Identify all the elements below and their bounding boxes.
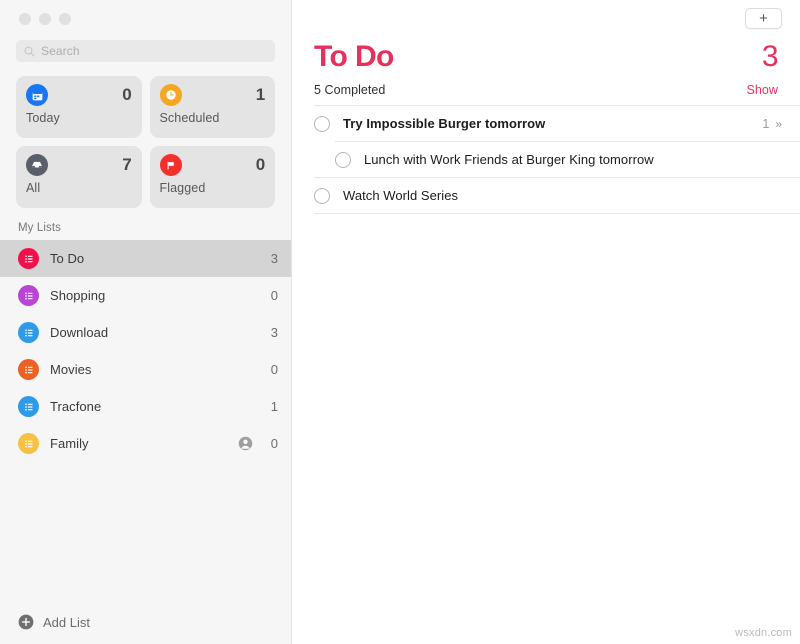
zoom-button[interactable]: [59, 13, 71, 25]
sidebar-item-movies[interactable]: Movies 0: [0, 351, 291, 388]
task-list-bottom-divider: [314, 213, 800, 214]
search-placeholder: Search: [41, 44, 80, 58]
task-row[interactable]: Try Impossible Burger tomorrow 1 »: [314, 105, 800, 141]
add-list-label: Add List: [43, 614, 90, 630]
window-traffic-lights: [0, 0, 291, 34]
flag-icon: [159, 154, 182, 176]
sidebar-item-count: 0: [270, 288, 278, 303]
sidebar: Search 0 Today 1 Scheduled 7 All 0 Flagg…: [0, 0, 292, 644]
search-icon: [24, 46, 35, 57]
smart-list-label: Scheduled: [159, 111, 220, 125]
list-total-count: 3: [761, 40, 779, 73]
completed-row: 5 Completed Show: [292, 74, 800, 105]
smart-list-today[interactable]: 0 Today: [16, 76, 142, 138]
add-reminder-button[interactable]: +: [745, 7, 782, 29]
task-title: Lunch with Work Friends at Burger King t…: [364, 152, 654, 167]
task-list: Try Impossible Burger tomorrow 1 » Lunch…: [292, 105, 800, 214]
expand-chevron-icon[interactable]: »: [775, 117, 782, 131]
smart-list-count: 1: [255, 85, 265, 104]
list-bullet-icon: [18, 248, 39, 269]
task-title: Try Impossible Burger tomorrow: [343, 116, 546, 131]
task-checkbox[interactable]: [314, 187, 330, 204]
search-input[interactable]: Search: [16, 40, 275, 62]
smart-list-count: 7: [122, 155, 132, 174]
clock-icon: [159, 84, 182, 106]
show-completed-link[interactable]: Show: [747, 83, 778, 97]
smart-list-label: Flagged: [159, 181, 206, 195]
list-bullet-icon: [18, 322, 39, 343]
task-row[interactable]: Watch World Series: [314, 177, 800, 213]
task-row[interactable]: Lunch with Work Friends at Burger King t…: [335, 141, 800, 177]
smart-list-count: 0: [122, 85, 132, 104]
smart-list-count: 0: [255, 155, 265, 174]
sidebar-item-count: 0: [270, 436, 278, 451]
sidebar-item-to-do[interactable]: To Do 3: [0, 240, 291, 277]
sidebar-item-label: Download: [50, 325, 109, 340]
smart-list-scheduled[interactable]: 1 Scheduled: [149, 76, 275, 138]
list-bullet-icon: [18, 433, 39, 454]
my-lists-container: To Do 3 Shopping 0 Download 3 Movies 0 T…: [0, 240, 291, 462]
watermark: wsxdn.com: [735, 627, 792, 639]
page-title: To Do: [314, 40, 394, 73]
plus-icon: +: [759, 9, 768, 27]
add-list-button[interactable]: Add List: [0, 600, 292, 644]
sidebar-item-family[interactable]: Family 0: [0, 425, 291, 462]
smart-lists-grid: 0 Today 1 Scheduled 7 All 0 Flagged: [0, 62, 291, 208]
smart-list-flagged[interactable]: 0 Flagged: [149, 146, 275, 208]
sidebar-item-tracfone[interactable]: Tracfone 1: [0, 388, 291, 425]
sidebar-item-shopping[interactable]: Shopping 0: [0, 277, 291, 314]
smart-list-all[interactable]: 7 All: [16, 146, 142, 208]
shared-person-icon: [238, 436, 253, 451]
task-checkbox[interactable]: [314, 115, 330, 132]
list-bullet-icon: [18, 359, 39, 380]
close-button[interactable]: [19, 13, 31, 25]
list-bullet-icon: [18, 285, 39, 306]
sidebar-item-count: 0: [270, 362, 278, 377]
task-checkbox[interactable]: [335, 151, 351, 168]
list-header: To Do 3: [292, 32, 800, 74]
calendar-icon: [26, 84, 48, 106]
sidebar-item-label: Movies: [50, 362, 92, 377]
subtask-count: 1: [762, 116, 770, 131]
sidebar-item-download[interactable]: Download 3: [0, 314, 291, 351]
inbox-icon: [26, 154, 48, 176]
search-container: Search: [0, 34, 291, 62]
sidebar-item-label: Family: [50, 436, 89, 451]
sidebar-item-count: 1: [270, 399, 278, 414]
task-title: Watch World Series: [343, 188, 459, 203]
main-content: + To Do 3 5 Completed Show Try Impossibl…: [292, 0, 800, 644]
my-lists-header: My Lists: [18, 222, 61, 234]
sidebar-item-count: 3: [270, 251, 278, 266]
sidebar-item-count: 3: [270, 325, 278, 340]
sidebar-item-label: Tracfone: [50, 399, 102, 414]
task-meta: 1 »: [762, 117, 782, 131]
main-toolbar: +: [292, 0, 800, 32]
plus-circle-icon: [18, 614, 34, 630]
smart-list-label: Today: [26, 111, 60, 125]
smart-list-label: All: [26, 181, 41, 195]
sidebar-item-label: To Do: [50, 251, 85, 266]
reminders-window: Search 0 Today 1 Scheduled 7 All 0 Flagg…: [0, 0, 800, 644]
sidebar-item-label: Shopping: [50, 288, 106, 303]
completed-count-label: 5 Completed: [314, 83, 386, 97]
list-bullet-icon: [18, 396, 39, 417]
minimize-button[interactable]: [39, 13, 51, 25]
